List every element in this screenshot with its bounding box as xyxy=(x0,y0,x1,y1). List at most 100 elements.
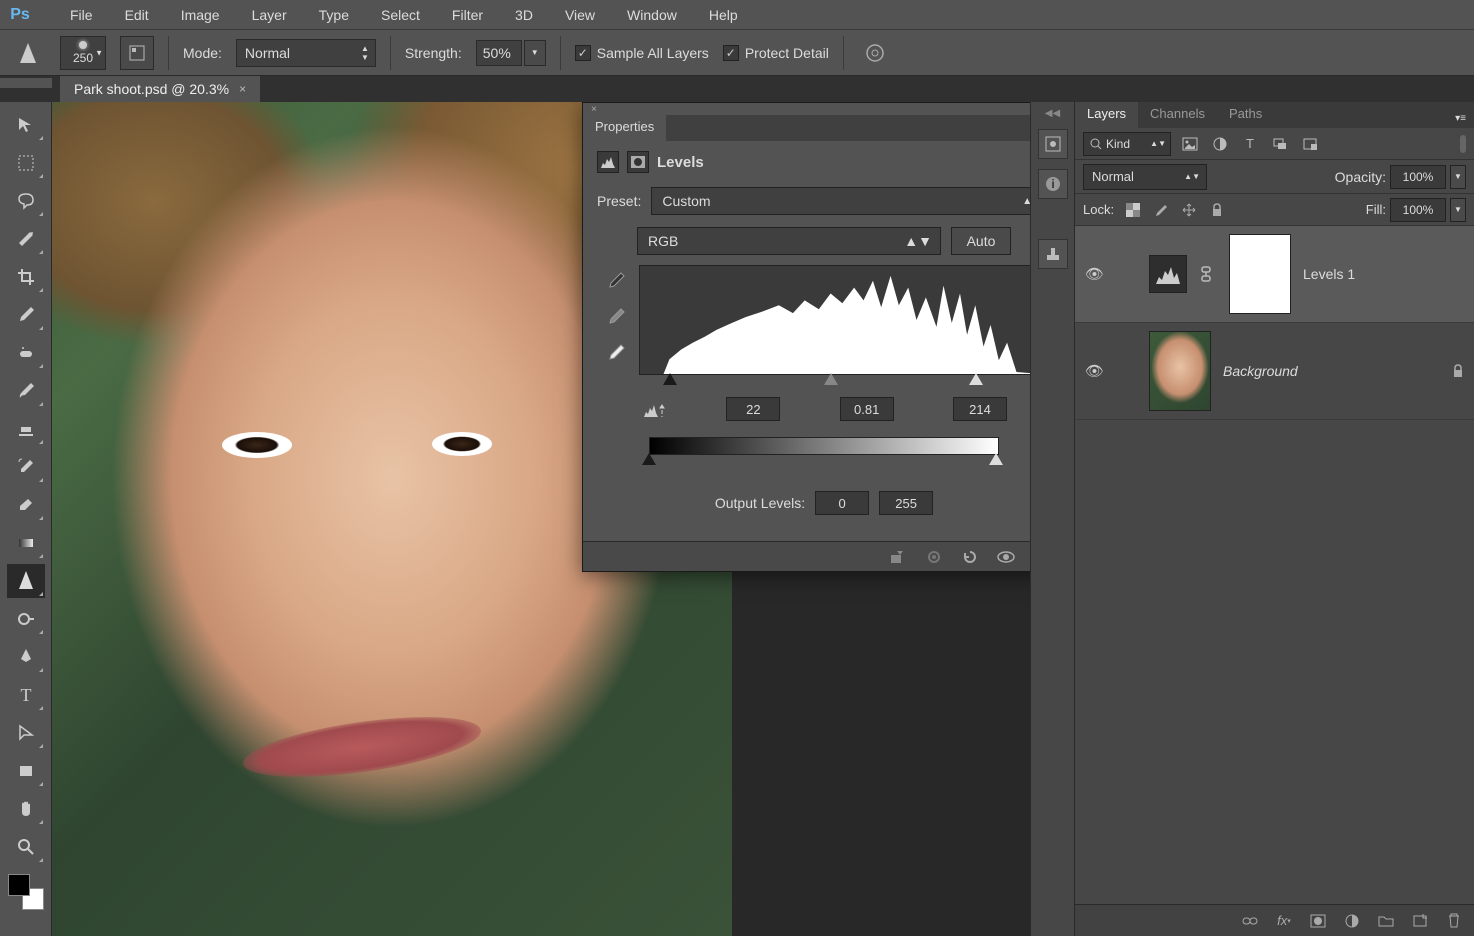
path-selection-tool[interactable] xyxy=(7,716,45,750)
eyedropper-tool[interactable] xyxy=(7,298,45,332)
white-point-eyedropper[interactable] xyxy=(607,343,629,365)
dock-icon-1[interactable] xyxy=(1038,129,1068,159)
layer-mask-thumb[interactable] xyxy=(1229,234,1291,314)
menu-layer[interactable]: Layer xyxy=(236,1,303,29)
menu-image[interactable]: Image xyxy=(165,1,236,29)
strength-dropdown[interactable]: ▼ xyxy=(524,40,546,66)
link-layers-icon[interactable] xyxy=(1240,911,1260,931)
current-tool-icon[interactable] xyxy=(10,35,46,71)
brush-preset-picker[interactable]: 250 ▼ xyxy=(60,36,106,70)
visibility-toggle-icon[interactable] xyxy=(995,546,1017,568)
foreground-background-colors[interactable] xyxy=(6,872,46,912)
menu-window[interactable]: Window xyxy=(611,1,693,29)
lasso-tool[interactable] xyxy=(7,184,45,218)
filter-smart-icon[interactable] xyxy=(1299,134,1321,154)
previous-state-icon[interactable] xyxy=(923,546,945,568)
menu-view[interactable]: View xyxy=(549,1,611,29)
layer-name[interactable]: Levels 1 xyxy=(1303,266,1355,282)
lock-all-icon[interactable] xyxy=(1208,201,1226,219)
info-panel-icon[interactable]: i xyxy=(1038,169,1068,199)
mode-select[interactable]: Normal▲▼ xyxy=(236,39,376,67)
rectangle-tool[interactable] xyxy=(7,754,45,788)
crop-tool[interactable] xyxy=(7,260,45,294)
layer-style-icon[interactable]: fx▾ xyxy=(1274,911,1294,931)
pressure-size-toggle[interactable] xyxy=(858,36,892,70)
layer-thumb[interactable] xyxy=(1149,331,1211,411)
visibility-eye-icon[interactable]: 👁 xyxy=(1085,362,1105,380)
new-layer-icon[interactable] xyxy=(1410,911,1430,931)
properties-tab[interactable]: Properties xyxy=(583,115,666,141)
document-canvas[interactable]: × Properties ▾≡ Levels Preset: xyxy=(52,102,1030,936)
clip-to-layer-icon[interactable] xyxy=(887,546,909,568)
clone-stamp-tool[interactable] xyxy=(7,412,45,446)
dock-icon-3[interactable] xyxy=(1038,239,1068,269)
black-point-eyedropper[interactable] xyxy=(607,271,629,293)
menu-select[interactable]: Select xyxy=(365,1,436,29)
output-black-field[interactable]: 0 xyxy=(815,491,869,515)
menu-3d[interactable]: 3D xyxy=(499,1,549,29)
layers-panel-menu-icon[interactable]: ▾≡ xyxy=(1447,109,1474,128)
fill-input[interactable]: 100% xyxy=(1390,198,1446,222)
sharpen-tool[interactable] xyxy=(7,564,45,598)
filter-pixel-icon[interactable] xyxy=(1179,134,1201,154)
output-gradient[interactable] xyxy=(649,437,999,455)
layer-name[interactable]: Background xyxy=(1223,363,1298,379)
clip-warning-icon[interactable] xyxy=(641,398,667,420)
gradient-tool[interactable] xyxy=(7,526,45,560)
visibility-eye-icon[interactable]: 👁 xyxy=(1085,265,1105,283)
lock-position-icon[interactable] xyxy=(1180,201,1198,219)
input-slider[interactable] xyxy=(639,375,1030,393)
lock-pixels-icon[interactable] xyxy=(1152,201,1170,219)
type-tool[interactable]: T xyxy=(7,678,45,712)
move-tool[interactable] xyxy=(7,108,45,142)
layers-tab[interactable]: Layers xyxy=(1075,102,1138,128)
pen-tool[interactable] xyxy=(7,640,45,674)
add-mask-icon[interactable] xyxy=(1308,911,1328,931)
filter-shape-icon[interactable] xyxy=(1269,134,1291,154)
channels-tab[interactable]: Channels xyxy=(1138,102,1217,128)
mask-link-icon[interactable] xyxy=(1199,265,1217,283)
filter-toggle[interactable] xyxy=(1460,135,1466,153)
document-tab[interactable]: Park shoot.psd @ 20.3% × xyxy=(60,76,260,102)
new-adjustment-icon[interactable] xyxy=(1342,911,1362,931)
panel-close-icon[interactable]: × xyxy=(591,104,597,115)
reset-icon[interactable] xyxy=(959,546,981,568)
menu-file[interactable]: File xyxy=(54,1,109,29)
sample-all-layers-checkbox[interactable]: ✓Sample All Layers xyxy=(575,45,709,61)
channel-select[interactable]: RGB▲▼ xyxy=(637,227,941,255)
new-group-icon[interactable] xyxy=(1376,911,1396,931)
strength-input[interactable]: 50% xyxy=(476,40,522,66)
menu-type[interactable]: Type xyxy=(303,1,365,29)
eraser-tool[interactable] xyxy=(7,488,45,522)
layer-row-background[interactable]: 👁 Background xyxy=(1075,323,1474,420)
delete-layer-icon[interactable] xyxy=(1444,911,1464,931)
menu-filter[interactable]: Filter xyxy=(436,1,499,29)
magic-wand-tool[interactable] xyxy=(7,222,45,256)
input-gamma-field[interactable]: 0.81 xyxy=(840,397,894,421)
adjustment-thumb[interactable] xyxy=(1149,255,1187,293)
dodge-tool[interactable] xyxy=(7,602,45,636)
mask-icon[interactable] xyxy=(627,151,649,173)
marquee-tool[interactable] xyxy=(7,146,45,180)
filter-type-icon[interactable]: T xyxy=(1239,134,1261,154)
lock-transparency-icon[interactable] xyxy=(1124,201,1142,219)
hand-tool[interactable] xyxy=(7,792,45,826)
opacity-dropdown[interactable]: ▼ xyxy=(1450,165,1466,189)
fill-dropdown[interactable]: ▼ xyxy=(1450,198,1466,222)
layer-filter-kind[interactable]: Kind▲▼ xyxy=(1083,132,1171,156)
healing-brush-tool[interactable] xyxy=(7,336,45,370)
input-white-field[interactable]: 214 xyxy=(953,397,1007,421)
blend-mode-select[interactable]: Normal▲▼ xyxy=(1083,164,1207,190)
input-black-field[interactable]: 22 xyxy=(726,397,780,421)
gray-point-eyedropper[interactable] xyxy=(607,307,629,329)
brush-tool[interactable] xyxy=(7,374,45,408)
preset-select[interactable]: Custom▲▼ xyxy=(651,187,1030,215)
paths-tab[interactable]: Paths xyxy=(1217,102,1274,128)
filter-adjustment-icon[interactable] xyxy=(1209,134,1231,154)
history-brush-tool[interactable] xyxy=(7,450,45,484)
menu-help[interactable]: Help xyxy=(693,1,754,29)
layer-row-levels[interactable]: 👁 Levels 1 xyxy=(1075,226,1474,323)
foreground-color-swatch[interactable] xyxy=(8,874,30,896)
brush-panel-toggle[interactable] xyxy=(120,36,154,70)
opacity-input[interactable]: 100% xyxy=(1390,165,1446,189)
